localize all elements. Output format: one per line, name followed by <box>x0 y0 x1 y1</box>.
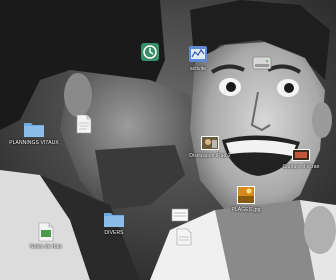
desktop-icon-time-machine[interactable] <box>136 42 164 64</box>
desktop-icon-capture[interactable]: Capture d'écran <box>282 148 320 170</box>
desktop[interactable]: activite PLANNINGS VITAUX Discussion iPa… <box>0 0 336 280</box>
document-icon <box>176 228 192 246</box>
desktop-icon-label: Capture d'écran <box>282 164 320 170</box>
desktop-icon-document[interactable] <box>72 114 96 136</box>
desktop-icon-text-file[interactable] <box>168 208 192 224</box>
image-file-icon <box>237 186 255 204</box>
time-machine-icon <box>141 43 159 61</box>
hard-drive-icon <box>252 56 272 70</box>
desktop-icon-notes-de-frais[interactable]: Notes de frais <box>29 222 63 250</box>
folder-icon <box>104 213 124 227</box>
desktop-icon-discussion-ipad[interactable]: Discussion iPad 2 <box>189 135 231 159</box>
desktop-icon-label: Notes de frais <box>29 244 63 250</box>
image-file-icon <box>201 136 219 150</box>
desktop-icon-divers[interactable]: DIVERS <box>100 210 128 236</box>
folder-icon <box>24 123 44 137</box>
desktop-icon-label: Discussion iPad 2 <box>189 153 231 159</box>
document-icon <box>38 222 54 242</box>
desktop-icon-label: DIVERS <box>104 230 124 236</box>
activity-monitor-icon <box>189 46 207 62</box>
desktop-icon-document-2[interactable] <box>172 228 196 248</box>
desktop-icon-label: PLAGES.jpg <box>231 207 261 213</box>
desktop-icon-plannings-vitaux[interactable]: PLANNINGS VITAUX <box>9 120 59 146</box>
desktop-icon-label: PLANNINGS VITAUX <box>9 140 59 146</box>
desktop-icon-hard-drive[interactable] <box>250 55 274 73</box>
image-file-icon <box>292 149 310 161</box>
text-file-icon <box>171 208 189 222</box>
document-icon <box>76 114 92 134</box>
desktop-icon-activite[interactable]: activite <box>183 44 213 72</box>
desktop-icon-plages[interactable]: PLAGES.jpg <box>228 185 264 213</box>
desktop-icon-label: activite <box>189 66 207 72</box>
